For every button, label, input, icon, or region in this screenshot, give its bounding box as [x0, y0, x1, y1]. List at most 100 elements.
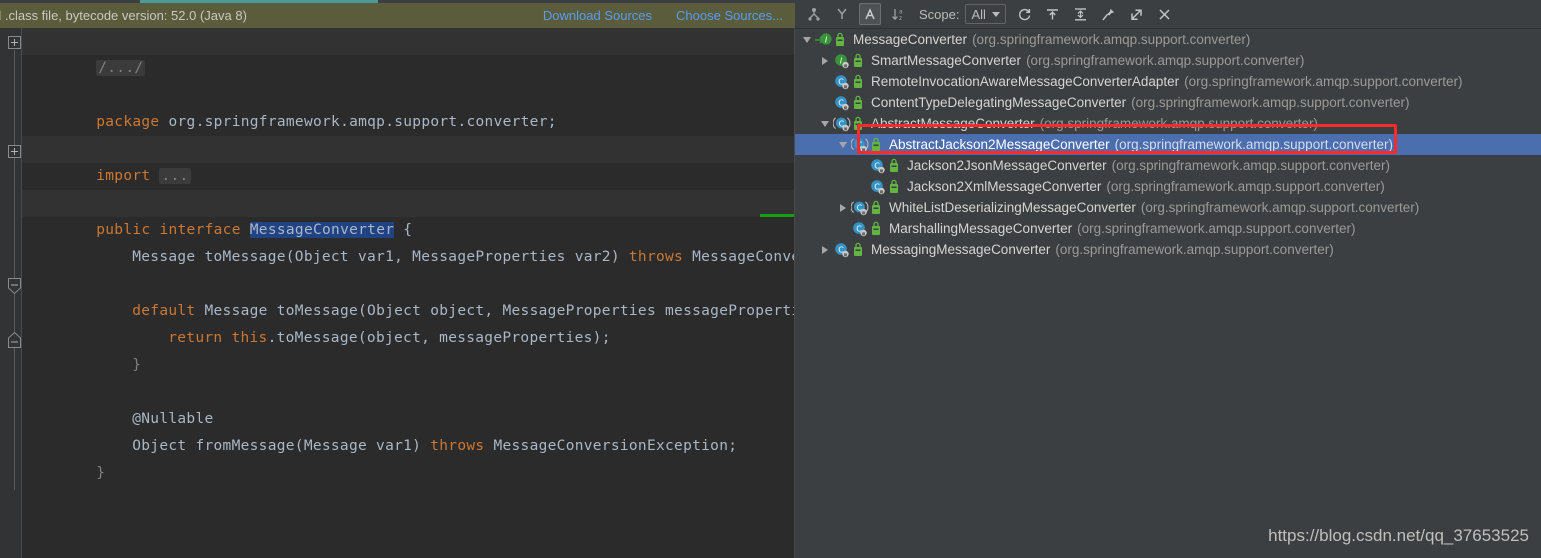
code-line-close-brace-interface: }	[24, 433, 105, 481]
class-icon: C	[833, 242, 851, 258]
tree-toggle-placeholder	[853, 155, 869, 176]
hierarchy-toolbar: a z Scope: All	[795, 0, 1541, 29]
folded-imports-token[interactable]: ...	[159, 168, 191, 184]
sort-alphabetically-icon[interactable]: a z	[887, 3, 909, 25]
fold-guide-line-2	[14, 290, 15, 490]
tree-row[interactable]: I MessageConverter (org.springframework.am…	[795, 29, 1541, 50]
ide-window: d .class file, bytecode version: 52.0 (J…	[0, 0, 1541, 558]
tree-collapse-toggle-icon[interactable]	[817, 113, 833, 134]
visibility-public-icon	[852, 95, 866, 111]
tree-row[interactable]: C MessagingMessageConverter (org.springfra…	[795, 239, 1541, 260]
export-icon[interactable]	[1126, 3, 1148, 25]
code-line-import: import ...	[24, 136, 191, 184]
tree-row[interactable]: C RemoteInvocationAwareMessageConverterAd…	[795, 71, 1541, 92]
expand-all-icon[interactable]	[1042, 3, 1064, 25]
visibility-public-icon	[888, 158, 902, 174]
tree-node-name: WhiteListDeserializingMessageConverter	[889, 200, 1136, 215]
refresh-icon[interactable]	[1014, 3, 1036, 25]
chevron-down-icon	[991, 11, 1000, 17]
fold-collapse-method-icon[interactable]	[8, 278, 21, 295]
fold-expand-comment-icon[interactable]	[8, 36, 21, 49]
tree-node-name: MarshallingMessageConverter	[889, 221, 1073, 236]
notification-actions: Download Sources Choose Sources...	[543, 3, 783, 28]
class-icon: C	[869, 158, 887, 174]
tree-collapse-toggle-icon[interactable]	[799, 29, 815, 50]
collapse-all-icon[interactable]	[1070, 3, 1092, 25]
tree-row[interactable]: C ContentTypeDelegatingMessageConverter (o…	[795, 92, 1541, 113]
tree-node-package: (org.springframework.amqp.support.conver…	[1111, 158, 1390, 173]
package-path: org.springframework.amqp.support.convert…	[159, 114, 557, 130]
method-signature-3b: MessageConversionException;	[484, 438, 738, 454]
method-signature-1a: Message toMessage(Object var1, MessagePr…	[132, 249, 629, 265]
code-line-close-brace-method: }	[60, 325, 141, 373]
tree-node-name: Jackson2JsonMessageConverter	[907, 158, 1107, 173]
tree-toggle-placeholder	[817, 71, 833, 92]
tree-node-name: AbstractMessageConverter	[871, 116, 1035, 131]
tree-node-package: (org.springframework.amqp.support.conver…	[1114, 137, 1393, 152]
tree-node-package: (org.springframework.amqp.support.conver…	[1184, 74, 1463, 89]
tree-row[interactable]: C Jackson2XmlMessageConverter (org.springf…	[795, 176, 1541, 197]
tree-toggle-placeholder	[817, 92, 833, 113]
visibility-public-icon	[870, 137, 884, 153]
code-line-return-statement: return this.toMessage(object, messagePro…	[96, 298, 611, 346]
hierarchy-tree[interactable]: I MessageConverter (org.springframework.am…	[795, 29, 1541, 558]
brace-close-method: }	[132, 357, 142, 373]
tree-expand-toggle-icon[interactable]	[817, 50, 833, 71]
pin-tab-icon[interactable]	[1098, 3, 1120, 25]
tree-row[interactable]: C WhiteListDeserializingMessageConverter (…	[795, 197, 1541, 218]
tree-node-name: ContentTypeDelegatingMessageConverter	[871, 95, 1127, 110]
interface-arrow-icon: I	[815, 32, 833, 48]
interface-icon: I	[833, 53, 851, 69]
code-line-package: package org.springframework.amqp.support…	[24, 82, 557, 130]
scope-value: All	[971, 6, 986, 22]
supertypes-hierarchy-icon[interactable]	[831, 3, 853, 25]
brace-close-interface: }	[96, 465, 106, 481]
subtypes-hierarchy-icon[interactable]	[803, 3, 825, 25]
tree-row[interactable]: C Jackson2JsonMessageConverter (org.spring…	[795, 155, 1541, 176]
method-call-2b: .toMessage(object, messageProperties);	[267, 330, 611, 346]
tree-toggle-placeholder	[835, 218, 851, 239]
keyword-throws-2: throws	[430, 438, 485, 454]
class-icon: C	[833, 74, 851, 90]
visibility-public-icon	[870, 200, 884, 216]
folded-comment-token[interactable]: /.../	[96, 60, 146, 76]
fold-expand-import-icon[interactable]	[8, 145, 21, 158]
tree-node-name: Jackson2XmlMessageConverter	[907, 179, 1102, 194]
visibility-public-icon	[888, 179, 902, 195]
decompiled-class-notification-bar: d .class file, bytecode version: 52.0 (J…	[0, 3, 795, 28]
visibility-public-icon	[852, 116, 866, 132]
scope-dropdown[interactable]: All	[965, 4, 1006, 24]
download-sources-link[interactable]: Download Sources	[543, 8, 652, 23]
editor-gutter[interactable]	[0, 28, 22, 558]
class-hierarchy-icon[interactable]	[859, 3, 881, 25]
tree-row[interactable]: C MarshallingMessageConverter (org.springf…	[795, 218, 1541, 239]
keyword-import: import	[96, 168, 151, 184]
tree-node-name: MessageConverter	[853, 32, 968, 47]
tree-toggle-placeholder	[853, 176, 869, 197]
hierarchy-panel: a z Scope: All I MessageConverter (org.s…	[795, 0, 1541, 558]
tree-node-name: AbstractJackson2MessageConverter	[889, 137, 1110, 152]
close-icon[interactable]	[1154, 3, 1176, 25]
visibility-public-icon	[834, 32, 848, 48]
tree-expand-toggle-icon[interactable]	[835, 197, 851, 218]
class-icon: C	[851, 221, 869, 237]
class-icon: C	[833, 95, 851, 111]
tree-expand-toggle-icon[interactable]	[817, 239, 833, 260]
tree-row[interactable]: I SmartMessageConverter (org.springframewo…	[795, 50, 1541, 71]
code-content[interactable]: /.../ package org.springframework.amqp.s…	[22, 28, 795, 558]
fold-collapse-block-icon[interactable]	[8, 331, 21, 348]
code-line-folded-comment[interactable]: /.../	[24, 28, 146, 76]
tree-row[interactable]: C AbstractMessageConverter (org.springfram…	[795, 113, 1541, 134]
tree-node-package: (org.springframework.amqp.support.conver…	[1026, 53, 1305, 68]
tree-row[interactable]: C AbstractJackson2MessageConverter (org.sp…	[795, 134, 1541, 155]
tree-node-package: (org.springframework.amqp.support.conver…	[1140, 200, 1420, 215]
tree-collapse-toggle-icon[interactable]	[835, 134, 851, 155]
visibility-public-icon	[852, 242, 866, 258]
watermark-text: https://blog.csdn.net/qq_37653525	[1268, 526, 1529, 545]
svg-text:z: z	[899, 15, 902, 22]
tree-node-package: (org.springframework.amqp.support.conver…	[1039, 116, 1318, 131]
method-signature-3a: Object fromMessage(Message var1)	[132, 438, 431, 454]
editor-pane: d .class file, bytecode version: 52.0 (J…	[0, 0, 795, 558]
tree-node-package: (org.springframework.amqp.support.conver…	[1077, 221, 1356, 236]
choose-sources-link[interactable]: Choose Sources...	[676, 8, 783, 23]
